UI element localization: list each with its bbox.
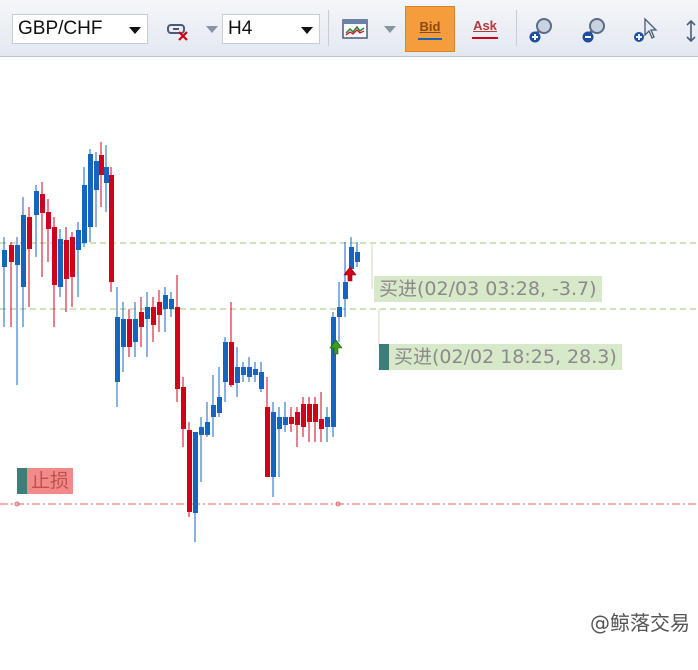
candle-body bbox=[247, 367, 252, 377]
toolbar-divider bbox=[516, 10, 517, 46]
candle-body bbox=[241, 367, 246, 375]
candle-body bbox=[229, 342, 234, 385]
candle-body bbox=[277, 417, 282, 429]
candle-body bbox=[27, 217, 32, 249]
candle-body bbox=[58, 239, 63, 287]
candle-body bbox=[319, 419, 324, 429]
candle-body bbox=[40, 194, 45, 213]
bid-button[interactable]: Bid bbox=[405, 6, 455, 52]
candle-body bbox=[145, 307, 150, 319]
candle-body bbox=[355, 252, 360, 262]
order-label-1-text: 买进(02/03 03:28, -3.7) bbox=[379, 278, 597, 300]
candle-body bbox=[211, 405, 216, 417]
candle-body bbox=[283, 417, 288, 425]
candle-body bbox=[307, 404, 312, 422]
price-chart[interactable]: 买进(02/03 03:28, -3.7) 买进(02/02 18:25, 28… bbox=[0, 57, 698, 666]
vertical-resize-icon[interactable] bbox=[684, 18, 698, 44]
timeframe-select[interactable]: H4 bbox=[222, 14, 320, 44]
candle-body bbox=[94, 161, 99, 190]
order-marker-2 bbox=[379, 344, 389, 370]
candle-body bbox=[88, 154, 93, 227]
candle-body bbox=[82, 185, 87, 243]
candle-body bbox=[9, 245, 14, 262]
chevron-down-icon[interactable] bbox=[384, 26, 396, 33]
chevron-down-icon bbox=[301, 27, 313, 34]
candle-body bbox=[21, 215, 26, 287]
sell-arrow-icon bbox=[343, 266, 357, 282]
timeframe-value: H4 bbox=[228, 18, 253, 39]
candle-body bbox=[76, 230, 81, 250]
candle-body bbox=[235, 367, 240, 383]
stop-loss-marker bbox=[17, 468, 27, 494]
candle-body bbox=[2, 250, 7, 267]
candle-body bbox=[109, 175, 114, 282]
stop-loss-label[interactable]: 止损 bbox=[27, 468, 74, 494]
ask-line-swatch bbox=[472, 37, 498, 39]
candle-body bbox=[193, 432, 198, 513]
candle-body bbox=[223, 342, 228, 382]
chart-template-icon[interactable] bbox=[341, 18, 369, 42]
bid-label: Bid bbox=[419, 19, 441, 34]
candle-body bbox=[313, 404, 318, 422]
candle-body bbox=[289, 417, 294, 424]
stop-loss-text: 止损 bbox=[31, 470, 70, 492]
chevron-down-icon bbox=[129, 27, 141, 34]
order-label-2-text: 买进(02/02 18:25, 28.3) bbox=[394, 346, 617, 368]
candle-body bbox=[325, 417, 330, 427]
candle-body bbox=[295, 412, 300, 425]
ask-button[interactable]: Ask bbox=[462, 6, 508, 52]
symbol-select[interactable]: GBP/CHF bbox=[12, 14, 148, 44]
candle-body bbox=[34, 191, 39, 215]
candle-body bbox=[343, 282, 348, 299]
candle-body bbox=[46, 212, 51, 229]
candle-body bbox=[121, 319, 126, 347]
candle-body bbox=[337, 307, 342, 317]
link-remove-icon[interactable] bbox=[166, 20, 190, 42]
candle-body bbox=[157, 302, 162, 315]
toolbar-divider bbox=[328, 10, 329, 46]
ask-label: Ask bbox=[473, 18, 497, 33]
candle-body bbox=[217, 397, 222, 413]
candle-body bbox=[271, 412, 276, 477]
candle-body bbox=[181, 387, 186, 429]
zoom-out-icon[interactable] bbox=[581, 16, 611, 44]
candle-body bbox=[199, 427, 204, 435]
order-label-1[interactable]: 买进(02/03 03:28, -3.7) bbox=[374, 276, 602, 302]
candle-body bbox=[163, 295, 168, 309]
candle-body bbox=[104, 167, 109, 183]
candle-body bbox=[52, 227, 57, 285]
symbol-value: GBP/CHF bbox=[18, 18, 103, 39]
order-label-2[interactable]: 买进(02/02 18:25, 28.3) bbox=[389, 344, 622, 370]
watermark-text: @鲸落交易 bbox=[590, 611, 690, 635]
bid-line-swatch bbox=[418, 38, 442, 40]
candle-body bbox=[99, 155, 104, 175]
watermark: @鲸落交易 bbox=[590, 607, 690, 636]
candle-body bbox=[187, 430, 192, 512]
candle-body bbox=[70, 237, 75, 277]
candle-body bbox=[139, 312, 144, 327]
candle-body bbox=[265, 407, 270, 477]
candle-body bbox=[205, 422, 210, 435]
candle-body bbox=[15, 245, 20, 265]
candle-body bbox=[127, 319, 132, 347]
candle-body bbox=[151, 307, 156, 325]
candle-body bbox=[331, 317, 336, 427]
candle-body bbox=[253, 369, 258, 375]
candle-body bbox=[301, 404, 306, 427]
candle-body bbox=[169, 299, 174, 309]
candle-body bbox=[349, 247, 354, 269]
candle-body bbox=[64, 240, 69, 279]
crosshair-cursor-icon[interactable] bbox=[632, 16, 660, 44]
chevron-down-icon[interactable] bbox=[206, 26, 218, 33]
candle-body bbox=[115, 317, 120, 382]
zoom-in-icon[interactable] bbox=[528, 16, 558, 44]
candle-body bbox=[259, 372, 264, 389]
candle-body bbox=[175, 307, 180, 389]
chart-toolbar: GBP/CHF H4 Bid Ask bbox=[0, 0, 698, 57]
candle-body bbox=[133, 319, 138, 342]
